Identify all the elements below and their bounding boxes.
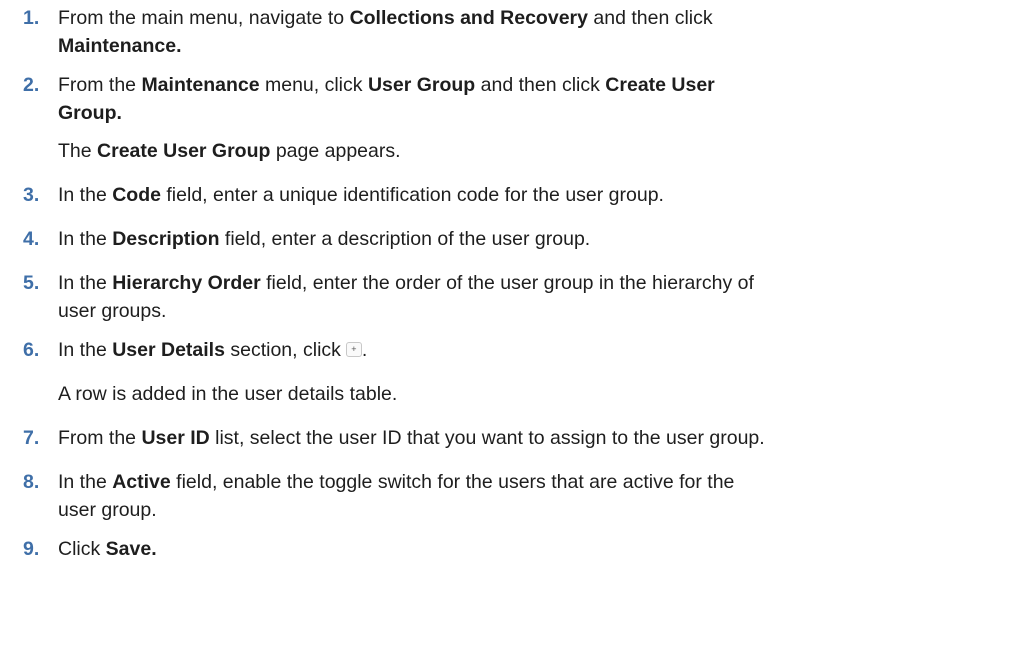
step-2-result-note: The Create User Group page appears.	[58, 140, 401, 162]
step-number: 4.	[23, 228, 40, 250]
step-text: From the User ID list, select the user I…	[58, 427, 765, 449]
step-text: From the main menu, navigate to Collecti…	[58, 7, 713, 57]
step-text: In the Description field, enter a descri…	[58, 228, 591, 250]
step-number: 2.	[23, 74, 40, 96]
step-text: Click Save.	[58, 538, 157, 560]
step-number: 9.	[23, 538, 40, 560]
step-6-result-note: A row is added in the user details table…	[58, 383, 398, 405]
add-row-icon[interactable]: +	[345, 342, 362, 357]
step-text: In the Code field, enter a unique identi…	[58, 184, 664, 206]
step-number: 7.	[23, 427, 40, 449]
step-number: 8.	[23, 471, 40, 493]
step-text: In the User Details section, click +.	[58, 339, 368, 361]
step-text: From the Maintenance menu, click User Gr…	[58, 74, 715, 124]
step-text: In the Active field, enable the toggle s…	[58, 471, 735, 521]
step-number: 3.	[23, 184, 40, 206]
step-number: 5.	[23, 272, 40, 294]
step-number: 1.	[23, 7, 40, 29]
procedure-document: 1. From the main menu, navigate to Colle…	[0, 0, 1026, 645]
step-number: 6.	[23, 339, 40, 361]
step-text: In the Hierarchy Order field, enter the …	[58, 272, 754, 322]
